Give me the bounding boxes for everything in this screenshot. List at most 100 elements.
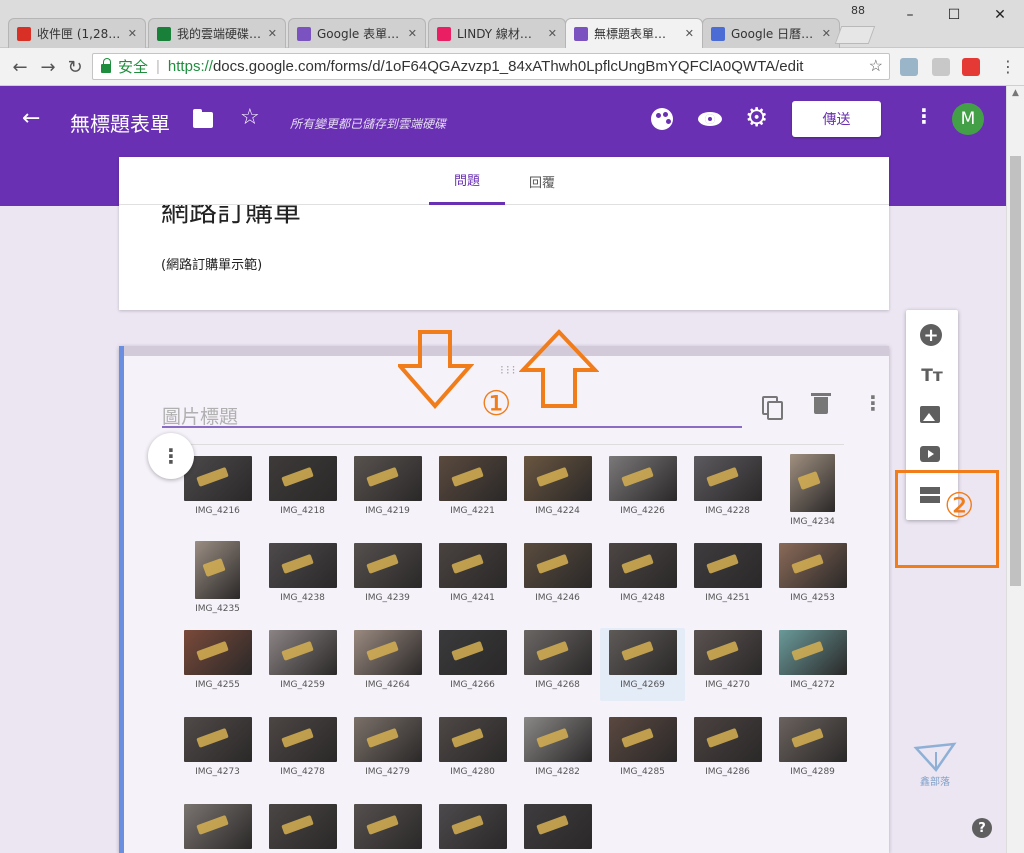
- image-thumbnail[interactable]: IMG_4282: [515, 715, 600, 788]
- browser-tab[interactable]: 我的雲端硬碟… ✕: [148, 18, 286, 48]
- form-description[interactable]: (網路訂購單示範): [161, 254, 262, 273]
- scroll-thumb[interactable]: [1010, 156, 1021, 586]
- maximize-button[interactable]: ☐: [939, 4, 969, 26]
- tab-close-icon[interactable]: ✕: [128, 27, 137, 40]
- divider: [162, 444, 844, 445]
- new-tab-button[interactable]: [834, 26, 876, 44]
- cable-photo: [523, 543, 592, 588]
- drag-handle-icon[interactable]: ⁝⁝⁝: [500, 363, 517, 377]
- add-title-icon[interactable]: Tт: [920, 364, 944, 388]
- tab-close-icon[interactable]: ✕: [685, 27, 694, 40]
- browser-tab[interactable]: 收件匣 (1,28… ✕: [8, 18, 146, 48]
- account-avatar[interactable]: M: [952, 103, 984, 135]
- image-thumbnail[interactable]: IMG_4241: [430, 541, 515, 614]
- tab-questions[interactable]: 問題: [429, 157, 505, 205]
- image-thumbnail[interactable]: IMG_4279: [345, 715, 430, 788]
- send-button[interactable]: 傳送: [792, 101, 881, 137]
- image-thumbnail[interactable]: [430, 802, 515, 853]
- image-thumbnail[interactable]: IMG_4272: [770, 628, 855, 701]
- browser-tab[interactable]: Google 日曆… ✕: [702, 18, 840, 48]
- image-thumbnail[interactable]: IMG_4270: [685, 628, 770, 701]
- browser-tab[interactable]: Google 表單… ✕: [288, 18, 426, 48]
- image-thumbnail[interactable]: IMG_4224: [515, 454, 600, 527]
- image-filename: IMG_4259: [280, 680, 325, 690]
- image-thumbnail[interactable]: IMG_4259: [260, 628, 345, 701]
- browser-tab[interactable]: LINDY 線材… ✕: [428, 18, 566, 48]
- back-arrow-icon[interactable]: ←: [8, 55, 32, 79]
- image-thumbnail[interactable]: IMG_4280: [430, 715, 515, 788]
- forward-arrow-icon[interactable]: →: [36, 55, 60, 79]
- form-name[interactable]: 無標題表單: [70, 108, 170, 137]
- image-thumbnail[interactable]: [515, 802, 600, 853]
- reload-icon[interactable]: ↻: [63, 55, 87, 79]
- cable-photo: [693, 543, 762, 588]
- url-text: docs.google.com/forms/d/1oF64QGAzvzp1_84…: [212, 58, 804, 75]
- browser-menu-icon[interactable]: ⋮: [1000, 57, 1016, 76]
- add-image-icon[interactable]: [920, 406, 940, 423]
- shopping-cart-icon[interactable]: [962, 58, 980, 76]
- image-thumbnail[interactable]: IMG_4226: [600, 454, 685, 527]
- image-thumbnail[interactable]: IMG_4286: [685, 715, 770, 788]
- image-thumbnail[interactable]: IMG_4234: [770, 454, 855, 527]
- browser-tab[interactable]: 無標題表單… ✕: [565, 18, 703, 48]
- cable-photo: [268, 456, 337, 501]
- tab-close-icon[interactable]: ✕: [408, 27, 417, 40]
- cable-photo: [268, 804, 337, 849]
- image-thumbnail[interactable]: IMG_4221: [430, 454, 515, 527]
- more-options-icon[interactable]: ⋮: [914, 104, 934, 128]
- image-thumbnail[interactable]: IMG_4251: [685, 541, 770, 614]
- image-thumbnail[interactable]: IMG_4289: [770, 715, 855, 788]
- bookmark-star-icon[interactable]: ☆: [869, 56, 883, 76]
- image-filename: IMG_4248: [620, 593, 665, 603]
- image-thumbnail[interactable]: IMG_4269: [600, 628, 685, 701]
- palette-icon[interactable]: [651, 108, 673, 130]
- image-thumbnail[interactable]: IMG_4219: [345, 454, 430, 527]
- cable-photo: [183, 456, 252, 501]
- image-thumbnail[interactable]: IMG_4255: [175, 628, 260, 701]
- image-filename: IMG_4255: [195, 680, 240, 690]
- image-thumbnail[interactable]: IMG_4273: [175, 715, 260, 788]
- delete-trash-icon[interactable]: [811, 393, 831, 414]
- image-thumbnail[interactable]: IMG_4268: [515, 628, 600, 701]
- help-icon[interactable]: ?: [972, 818, 992, 838]
- page-scrollbar[interactable]: ▲: [1006, 86, 1024, 853]
- image-thumbnail[interactable]: IMG_4239: [345, 541, 430, 614]
- back-icon[interactable]: ←: [22, 106, 40, 131]
- image-thumbnail[interactable]: IMG_4285: [600, 715, 685, 788]
- image-thumbnail[interactable]: [175, 802, 260, 853]
- lock-icon: [101, 58, 111, 73]
- star-icon[interactable]: ☆: [240, 105, 260, 130]
- image-thumbnail[interactable]: IMG_4228: [685, 454, 770, 527]
- tab-close-icon[interactable]: ✕: [822, 27, 831, 40]
- add-question-icon[interactable]: +: [920, 324, 942, 346]
- minimize-button[interactable]: –: [895, 4, 925, 26]
- tab-responses[interactable]: 回覆: [514, 157, 570, 205]
- image-thumbnail[interactable]: IMG_4253: [770, 541, 855, 614]
- address-bar[interactable]: 安全 | https:// docs.google.com/forms/d/1o…: [92, 53, 890, 80]
- tab-close-icon[interactable]: ✕: [548, 27, 557, 40]
- image-thumbnail[interactable]: [260, 802, 345, 853]
- image-thumbnail[interactable]: IMG_4238: [260, 541, 345, 614]
- add-video-icon[interactable]: [920, 446, 940, 462]
- folder-icon[interactable]: [193, 109, 213, 128]
- image-filename: IMG_4253: [790, 593, 835, 603]
- image-thumbnail[interactable]: IMG_4278: [260, 715, 345, 788]
- extension-icon[interactable]: [932, 58, 950, 76]
- duplicate-icon[interactable]: [760, 394, 783, 420]
- gallery-more-icon[interactable]: ⋮: [148, 433, 194, 479]
- preview-eye-icon[interactable]: [698, 112, 722, 126]
- image-thumbnail[interactable]: [345, 802, 430, 853]
- cable-photo: [268, 717, 337, 762]
- image-thumbnail[interactable]: IMG_4264: [345, 628, 430, 701]
- image-thumbnail[interactable]: IMG_4266: [430, 628, 515, 701]
- question-more-icon[interactable]: ⋮: [863, 391, 883, 415]
- tab-close-icon[interactable]: ✕: [268, 27, 277, 40]
- extension-icon[interactable]: [900, 58, 918, 76]
- scroll-up-arrow-icon[interactable]: ▲: [1007, 88, 1024, 98]
- image-thumbnail[interactable]: IMG_4235: [175, 541, 260, 614]
- image-thumbnail[interactable]: IMG_4218: [260, 454, 345, 527]
- image-thumbnail[interactable]: IMG_4246: [515, 541, 600, 614]
- settings-gear-icon[interactable]: ⚙: [745, 103, 768, 133]
- close-window-button[interactable]: ✕: [985, 4, 1015, 26]
- image-thumbnail[interactable]: IMG_4248: [600, 541, 685, 614]
